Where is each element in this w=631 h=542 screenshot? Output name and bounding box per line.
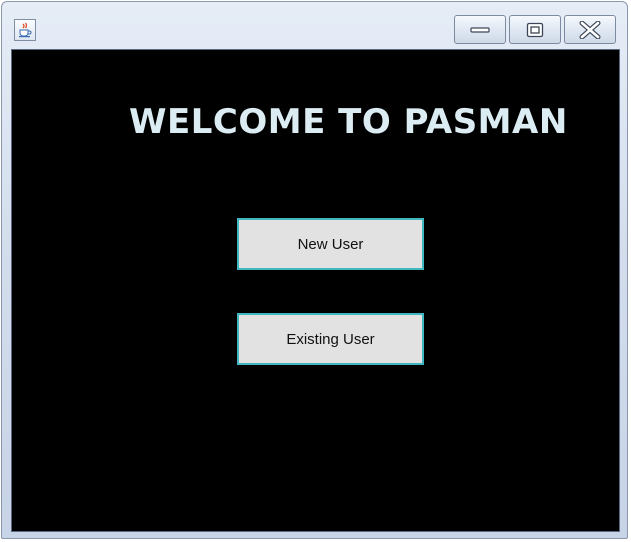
minimize-button[interactable]	[454, 15, 506, 44]
minimize-icon	[470, 26, 490, 33]
title-bar[interactable]	[2, 2, 627, 48]
existing-user-button[interactable]: Existing User	[237, 313, 424, 365]
maximize-button[interactable]	[509, 15, 561, 44]
app-window: WELCOME TO PASMAN New User Existing User	[1, 1, 628, 539]
new-user-button[interactable]: New User	[237, 218, 424, 270]
close-button[interactable]	[564, 15, 616, 44]
maximize-icon	[526, 22, 544, 37]
java-cup-icon[interactable]	[14, 19, 36, 41]
main-panel: WELCOME TO PASMAN New User Existing User	[11, 49, 620, 532]
close-icon	[579, 20, 601, 39]
welcome-heading: WELCOME TO PASMAN	[129, 102, 568, 142]
